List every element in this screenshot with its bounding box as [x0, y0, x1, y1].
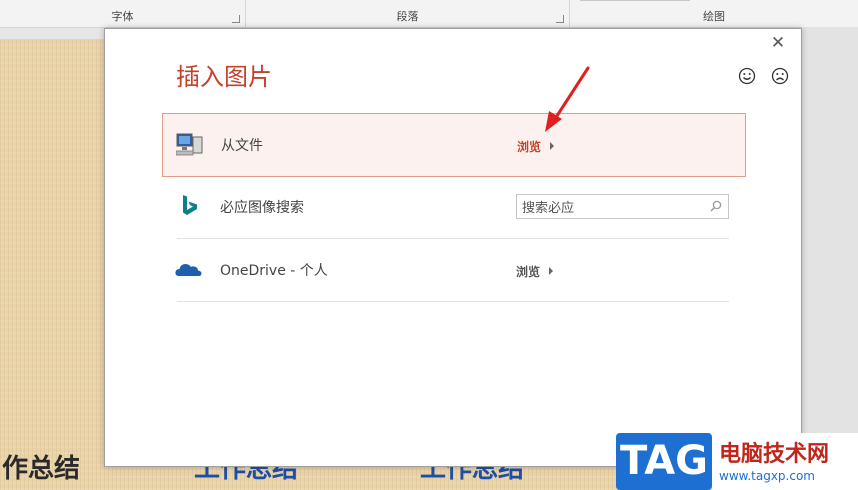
- ribbon-group-font: 字体: [0, 0, 246, 27]
- caret-right-icon: [550, 142, 554, 150]
- dialog-launcher-icon[interactable]: [232, 15, 240, 23]
- ribbon-group-paragraph: 段落: [246, 0, 570, 27]
- bing-search-input[interactable]: [516, 194, 729, 219]
- row-label: 从文件: [221, 138, 263, 154]
- row-divider: [177, 301, 729, 302]
- ribbon-group-label: 段落: [396, 10, 419, 23]
- bing-icon: [183, 195, 197, 215]
- computer-icon: [176, 133, 203, 156]
- insert-picture-dialog: ✕ 插入图片 从文件 浏览 必应图像搜索 搜索必应 OneDrive - 个人 …: [104, 28, 802, 467]
- browse-link[interactable]: 浏览: [516, 263, 540, 280]
- dialog-title: 插入图片: [176, 63, 272, 91]
- search-icon[interactable]: [709, 199, 723, 213]
- watermark: TAG 电脑技术网 www.tagxp.com: [616, 433, 858, 490]
- watermark-title: 电脑技术网: [719, 442, 830, 467]
- frown-icon[interactable]: [771, 67, 789, 85]
- ribbon-divider: [580, 0, 690, 1]
- bing-search-row: 必应图像搜索: [162, 176, 744, 238]
- from-file-row[interactable]: 从文件 浏览: [162, 113, 746, 177]
- browse-link[interactable]: 浏览: [517, 138, 541, 155]
- onedrive-icon: [175, 264, 202, 276]
- onedrive-row[interactable]: OneDrive - 个人 浏览: [162, 239, 744, 301]
- dialog-launcher-icon[interactable]: [556, 15, 564, 23]
- row-label: OneDrive - 个人: [220, 263, 328, 279]
- workspace-margin: [802, 27, 858, 490]
- watermark-tag: TAG: [616, 433, 712, 490]
- row-label: 必应图像搜索: [220, 200, 304, 216]
- ribbon: 字体 段落 绘图: [0, 0, 858, 28]
- ribbon-group-label: 绘图: [703, 10, 725, 23]
- ribbon-group-label: 字体: [111, 10, 134, 23]
- watermark-url: www.tagxp.com: [719, 469, 815, 483]
- ribbon-group-drawing: 绘图: [570, 0, 858, 27]
- caret-right-icon: [549, 267, 553, 275]
- smile-icon[interactable]: [738, 67, 756, 85]
- close-icon[interactable]: ✕: [769, 34, 787, 52]
- slide-text: 作总结: [2, 454, 81, 484]
